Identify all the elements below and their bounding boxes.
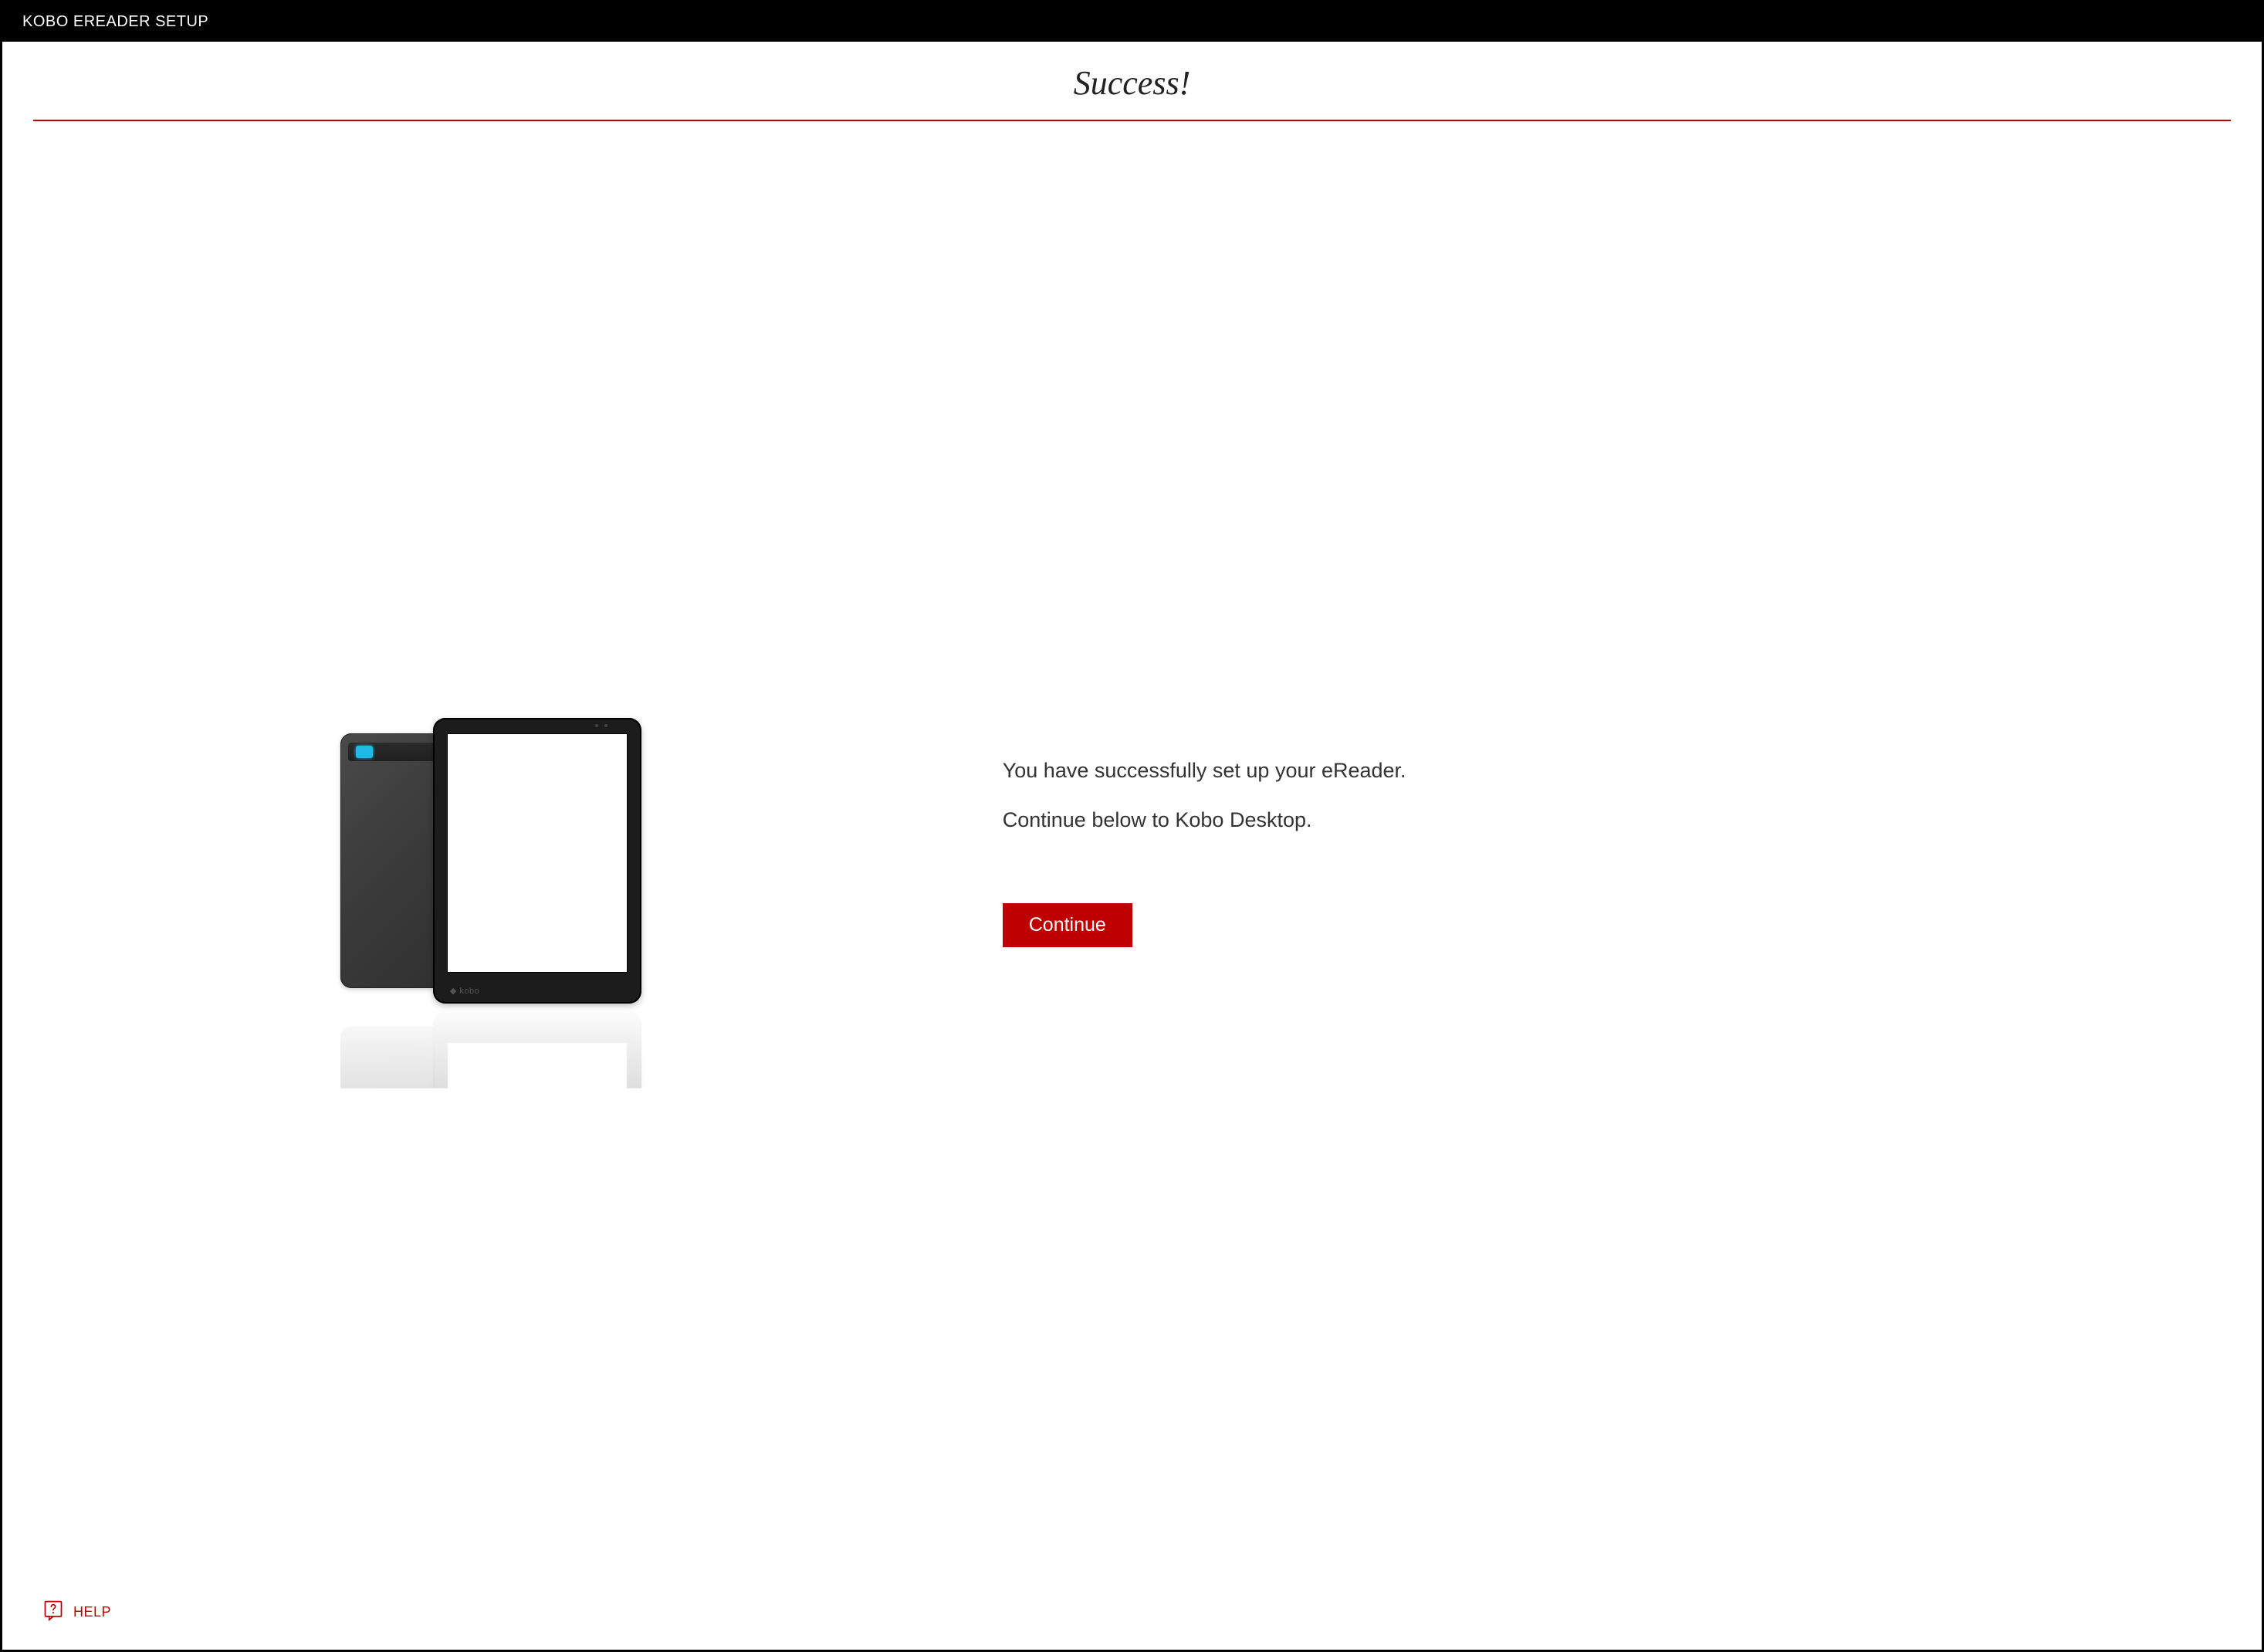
device-brand-label: ◆ kobo — [450, 986, 479, 996]
device-illustration: ◆ kobo — [33, 710, 956, 1019]
message-column: You have successfully set up your eReade… — [1003, 758, 2231, 970]
success-message-line2: Continue below to Kobo Desktop. — [1003, 807, 2215, 834]
footer: HELP — [33, 1592, 2231, 1640]
content-area: Success! ◆ kobo — [2, 42, 2262, 1650]
ereader-screen-icon — [447, 733, 628, 973]
title-bar: KOBO EREADER SETUP — [2, 2, 2262, 42]
help-icon — [42, 1600, 64, 1625]
power-button-icon — [356, 746, 373, 758]
window-title: KOBO EREADER SETUP — [22, 13, 208, 30]
device-group: ◆ kobo — [340, 710, 649, 1019]
help-button[interactable]: HELP — [41, 1596, 113, 1628]
page-heading: Success! — [33, 63, 2231, 120]
success-message-line1: You have successfully set up your eReade… — [1003, 758, 2215, 784]
continue-button[interactable]: Continue — [1003, 903, 1132, 947]
sensor-dots-icon — [595, 724, 607, 727]
app-window: KOBO EREADER SETUP Success! ◆ kobo — [0, 0, 2264, 1652]
ereader-front-icon: ◆ kobo — [433, 718, 641, 1004]
main-row: ◆ kobo You have successfully set up your… — [33, 121, 2231, 1592]
reflection-icon — [340, 1004, 649, 1088]
help-label: HELP — [73, 1604, 111, 1620]
